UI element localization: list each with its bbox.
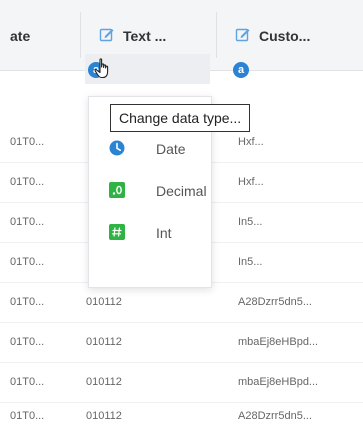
- menu-item-date[interactable]: Date: [89, 129, 211, 169]
- menu-item-label: Decimal: [156, 183, 207, 199]
- change-data-type-tooltip: Change data type...: [110, 104, 251, 132]
- cell-date: 01T0...: [10, 256, 45, 268]
- table-row: 01T0... 010112 A28Dzrr5dn5...: [0, 398, 363, 436]
- int-icon: [109, 224, 125, 240]
- menu-item-int[interactable]: Int: [89, 213, 211, 253]
- menu-item-decimal[interactable]: Decimal: [89, 171, 211, 211]
- cell-custom: mbaEj8eHBpd...: [238, 376, 319, 388]
- cell-custom: Hxf...: [238, 136, 264, 148]
- cell-custom: A28Dzrr5dn5...: [238, 410, 312, 422]
- type-row: [0, 50, 363, 88]
- cell-date: 01T0...: [10, 296, 45, 308]
- cell-custom: A28Dzrr5dn5...: [238, 296, 312, 308]
- cell-date: 01T0...: [10, 410, 45, 422]
- decimal-icon: [109, 182, 125, 198]
- cell-text: 010112: [86, 336, 122, 348]
- clock-icon: [109, 140, 125, 156]
- hand-cursor-icon: [94, 58, 109, 79]
- cell-date: 01T0...: [10, 216, 45, 228]
- cell-text: 010112: [86, 296, 122, 308]
- table-row: 01T0... 010112 A28Dzrr5dn5...: [0, 284, 363, 323]
- menu-item-label: Int: [156, 225, 172, 241]
- edit-icon[interactable]: [235, 26, 251, 42]
- cell-date: 01T0...: [10, 136, 45, 148]
- cell-custom: In5...: [238, 256, 263, 268]
- column-header-label: Text ...: [123, 28, 167, 44]
- column-header-label: ate: [10, 28, 31, 44]
- cell-text: 010112: [86, 376, 122, 388]
- menu-item-label: Date: [156, 141, 186, 157]
- data-grid: ate Text ... Custo... a a 01T0... Hxf...: [0, 0, 363, 433]
- edit-icon[interactable]: [99, 26, 115, 42]
- data-type-badge-custom[interactable]: a: [233, 62, 249, 78]
- table-row: 01T0... 010112 mbaEj8eHBpd...: [0, 324, 363, 363]
- cell-date: 01T0...: [10, 176, 45, 188]
- cell-custom: Hxf...: [238, 176, 264, 188]
- cell-date: 01T0...: [10, 376, 45, 388]
- cell-text: 010112: [86, 410, 122, 422]
- cell-custom: mbaEj8eHBpd...: [238, 336, 319, 348]
- cell-date: 01T0...: [10, 336, 45, 348]
- column-header-label: Custo...: [259, 28, 311, 44]
- cell-custom: In5...: [238, 216, 263, 228]
